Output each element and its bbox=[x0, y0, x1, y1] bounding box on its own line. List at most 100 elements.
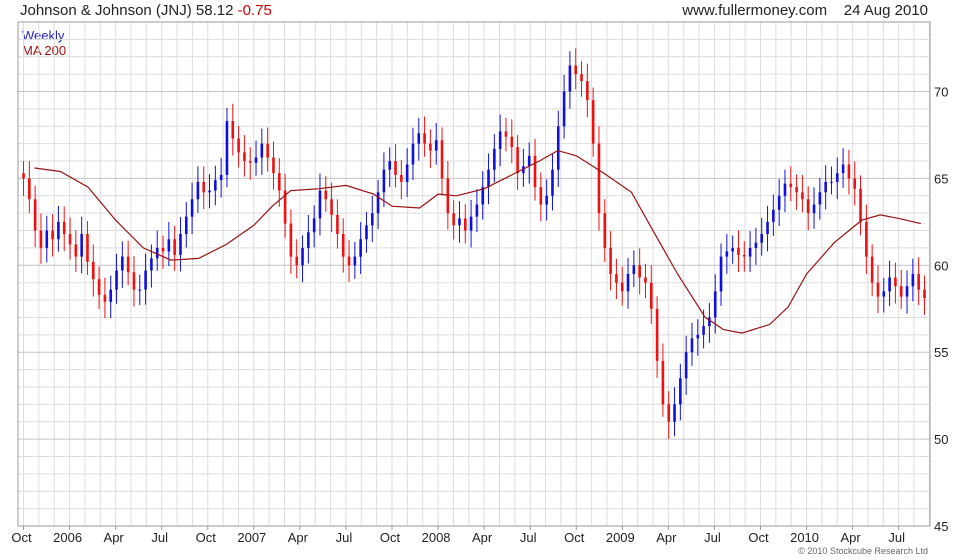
price-bar bbox=[609, 247, 612, 274]
price-bar bbox=[655, 308, 659, 361]
price-bar bbox=[801, 192, 804, 200]
price-bar bbox=[330, 199, 333, 215]
y-tick-label: 45 bbox=[934, 519, 948, 534]
price-bar bbox=[667, 404, 671, 422]
price-bar bbox=[382, 169, 386, 193]
price-bar bbox=[632, 265, 636, 274]
price-bar bbox=[853, 178, 857, 189]
price-bar bbox=[289, 223, 293, 257]
price-bar bbox=[115, 270, 118, 290]
price-bar bbox=[556, 126, 560, 170]
price-bar bbox=[830, 181, 833, 183]
x-tick-label: Oct bbox=[564, 530, 585, 545]
price-bar bbox=[812, 204, 816, 214]
price-bar bbox=[266, 143, 269, 158]
price-bar bbox=[626, 274, 630, 292]
price-bar bbox=[179, 234, 182, 255]
price-bar bbox=[911, 274, 915, 287]
x-tick-label: Jul bbox=[336, 530, 353, 545]
price-bar bbox=[365, 225, 368, 240]
price-bar bbox=[243, 152, 246, 162]
price-bar bbox=[184, 216, 188, 235]
price-bar bbox=[882, 291, 886, 297]
price-bar bbox=[905, 286, 909, 297]
x-tick-label: Oct bbox=[380, 530, 401, 545]
price-bar bbox=[568, 65, 572, 92]
price-bar bbox=[737, 247, 740, 255]
x-tick-label: Jul bbox=[520, 530, 537, 545]
price-bar bbox=[510, 136, 514, 148]
price-bar bbox=[260, 143, 264, 158]
price-bar bbox=[109, 289, 113, 302]
x-tick-label: Apr bbox=[656, 530, 677, 545]
price-bar bbox=[777, 195, 781, 210]
x-tick-label: Apr bbox=[288, 530, 309, 545]
x-tick-label: Oct bbox=[748, 530, 769, 545]
price-bar bbox=[917, 274, 920, 290]
price-bar bbox=[254, 157, 258, 163]
price-bar bbox=[772, 209, 775, 222]
price-bar bbox=[713, 291, 717, 318]
x-tick-label: Jul bbox=[888, 530, 905, 545]
price-bar bbox=[312, 218, 316, 233]
price-bar bbox=[458, 218, 461, 226]
price-bar bbox=[888, 277, 891, 292]
price-bar bbox=[68, 234, 72, 245]
price-bar bbox=[91, 261, 95, 280]
price-bar bbox=[684, 352, 688, 379]
price-bar bbox=[434, 140, 438, 151]
price-bar bbox=[638, 265, 641, 278]
price-bar bbox=[388, 161, 392, 170]
price-bar bbox=[469, 216, 473, 231]
price-bar bbox=[307, 232, 310, 248]
price-bar bbox=[400, 174, 403, 182]
price-bar bbox=[429, 143, 432, 151]
price-bar bbox=[39, 230, 43, 248]
price-bar bbox=[841, 164, 845, 174]
price-bar bbox=[318, 190, 322, 219]
price-bar bbox=[132, 272, 136, 290]
price-bar bbox=[28, 178, 31, 200]
price-bar bbox=[45, 230, 49, 248]
price-bar bbox=[806, 199, 810, 214]
price-bar bbox=[859, 188, 862, 222]
price-bar bbox=[527, 155, 531, 167]
x-tick-label: 2007 bbox=[237, 530, 266, 545]
price-bar bbox=[248, 161, 252, 163]
price-bar bbox=[347, 256, 351, 266]
price-bar bbox=[202, 181, 206, 193]
x-tick-label: Jul bbox=[151, 530, 168, 545]
price-bar bbox=[33, 199, 37, 231]
x-tick-label: 2010 bbox=[790, 530, 819, 545]
price-bar bbox=[754, 242, 758, 248]
price-bar bbox=[103, 294, 107, 302]
price-bar bbox=[504, 131, 508, 137]
x-tick-label: Oct bbox=[11, 530, 32, 545]
price-bar bbox=[661, 360, 665, 405]
price-bar bbox=[196, 181, 200, 200]
price-bar bbox=[74, 244, 78, 257]
price-bar bbox=[423, 133, 426, 144]
price-bar bbox=[22, 173, 25, 179]
price-bar bbox=[97, 279, 101, 295]
x-tick-label: Oct bbox=[196, 530, 217, 545]
price-bar bbox=[580, 74, 583, 82]
y-tick-label: 50 bbox=[934, 432, 948, 447]
price-bar bbox=[870, 256, 874, 283]
price-chart: 45 50 55 60 65 70 Oct 2006 Apr Jul Oct 2007 Apr Jul Oc… bbox=[11, 21, 948, 545]
price-bar bbox=[121, 256, 124, 271]
price-bar bbox=[231, 121, 235, 139]
price-bar bbox=[161, 247, 165, 252]
price-bar bbox=[876, 282, 880, 297]
y-tick-label: 60 bbox=[934, 258, 948, 273]
x-tick-label: Apr bbox=[472, 530, 493, 545]
price-bar bbox=[475, 204, 479, 217]
price-bar bbox=[272, 157, 275, 174]
price-bar bbox=[673, 404, 676, 422]
price-bar bbox=[562, 91, 566, 127]
price-bar bbox=[80, 234, 83, 257]
price-bar bbox=[57, 221, 60, 240]
price-bar bbox=[219, 174, 223, 181]
price-bar bbox=[731, 247, 734, 252]
y-tick-label: 65 bbox=[934, 171, 948, 186]
